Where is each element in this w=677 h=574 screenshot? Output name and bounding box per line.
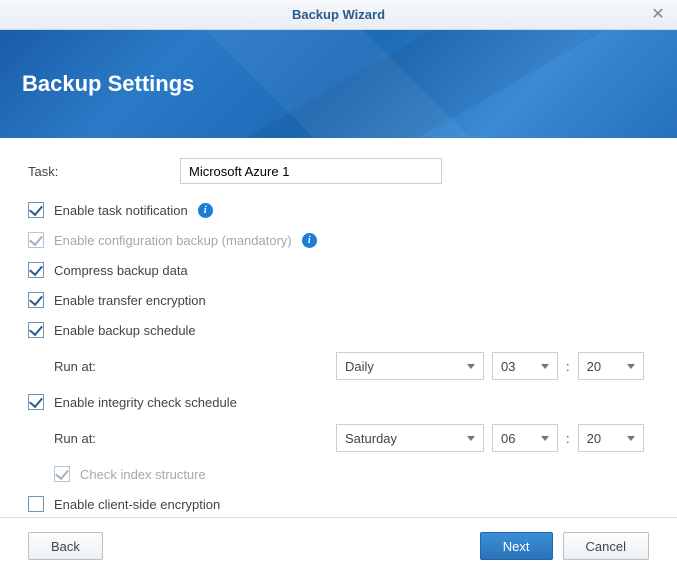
client-encryption-label: Enable client-side encryption <box>54 497 220 512</box>
check-index-label: Check index structure <box>80 467 206 482</box>
task-input[interactable] <box>180 158 442 184</box>
schedule1-row: Run at: Daily 03 : 20 <box>28 352 649 380</box>
backup-schedule-row: Enable backup schedule <box>28 322 649 338</box>
page-title: Backup Settings <box>22 71 194 97</box>
enable-config-backup-row: Enable configuration backup (mandatory) … <box>28 232 649 248</box>
next-button[interactable]: Next <box>480 532 553 560</box>
schedule1-frequency-value: Daily <box>345 359 374 374</box>
close-button[interactable]: ✕ <box>649 6 667 24</box>
schedule2-minute-select[interactable]: 20 <box>578 424 644 452</box>
backup-schedule-checkbox[interactable] <box>28 322 44 338</box>
schedule1-hour-select[interactable]: 03 <box>492 352 558 380</box>
schedule2-row: Run at: Saturday 06 : 20 <box>28 424 649 452</box>
task-label: Task: <box>28 164 180 179</box>
transfer-encryption-row: Enable transfer encryption <box>28 292 649 308</box>
enable-config-backup-label: Enable configuration backup (mandatory) <box>54 233 292 248</box>
header-banner: Backup Settings <box>0 30 677 138</box>
client-encryption-row: Enable client-side encryption <box>28 496 649 512</box>
chevron-down-icon <box>541 364 549 369</box>
info-icon[interactable]: i <box>302 233 317 248</box>
time-separator: : <box>566 359 570 374</box>
enable-config-backup-checkbox <box>28 232 44 248</box>
schedule1-runat-label: Run at: <box>54 359 336 374</box>
compress-checkbox[interactable] <box>28 262 44 278</box>
schedule2-frequency-select[interactable]: Saturday <box>336 424 484 452</box>
info-icon[interactable]: i <box>198 203 213 218</box>
back-button[interactable]: Back <box>28 532 103 560</box>
compress-row: Compress backup data <box>28 262 649 278</box>
task-row: Task: <box>28 158 649 184</box>
transfer-encryption-label: Enable transfer encryption <box>54 293 206 308</box>
check-index-checkbox <box>54 466 70 482</box>
schedule2-hour-value: 06 <box>501 431 515 446</box>
schedule2-hour-select[interactable]: 06 <box>492 424 558 452</box>
check-index-row: Check index structure <box>28 466 649 482</box>
chevron-down-icon <box>541 436 549 441</box>
schedule2-runat-label: Run at: <box>54 431 336 446</box>
integrity-check-label: Enable integrity check schedule <box>54 395 237 410</box>
time-separator: : <box>566 431 570 446</box>
integrity-check-row: Enable integrity check schedule <box>28 394 649 410</box>
integrity-check-checkbox[interactable] <box>28 394 44 410</box>
schedule1-minute-value: 20 <box>587 359 601 374</box>
form-content: Task: Enable task notification i Enable … <box>0 138 677 512</box>
cancel-button[interactable]: Cancel <box>563 532 649 560</box>
enable-notification-row: Enable task notification i <box>28 202 649 218</box>
enable-notification-checkbox[interactable] <box>28 202 44 218</box>
chevron-down-icon <box>467 364 475 369</box>
titlebar: Backup Wizard ✕ <box>0 0 677 30</box>
schedule1-hour-value: 03 <box>501 359 515 374</box>
compress-label: Compress backup data <box>54 263 188 278</box>
enable-notification-label: Enable task notification <box>54 203 188 218</box>
footer: Back Next Cancel <box>0 517 677 574</box>
schedule2-minute-value: 20 <box>587 431 601 446</box>
backup-schedule-label: Enable backup schedule <box>54 323 196 338</box>
client-encryption-checkbox[interactable] <box>28 496 44 512</box>
schedule1-frequency-select[interactable]: Daily <box>336 352 484 380</box>
chevron-down-icon <box>627 364 635 369</box>
chevron-down-icon <box>627 436 635 441</box>
window-title: Backup Wizard <box>0 7 677 22</box>
schedule1-minute-select[interactable]: 20 <box>578 352 644 380</box>
schedule2-frequency-value: Saturday <box>345 431 397 446</box>
chevron-down-icon <box>467 436 475 441</box>
transfer-encryption-checkbox[interactable] <box>28 292 44 308</box>
